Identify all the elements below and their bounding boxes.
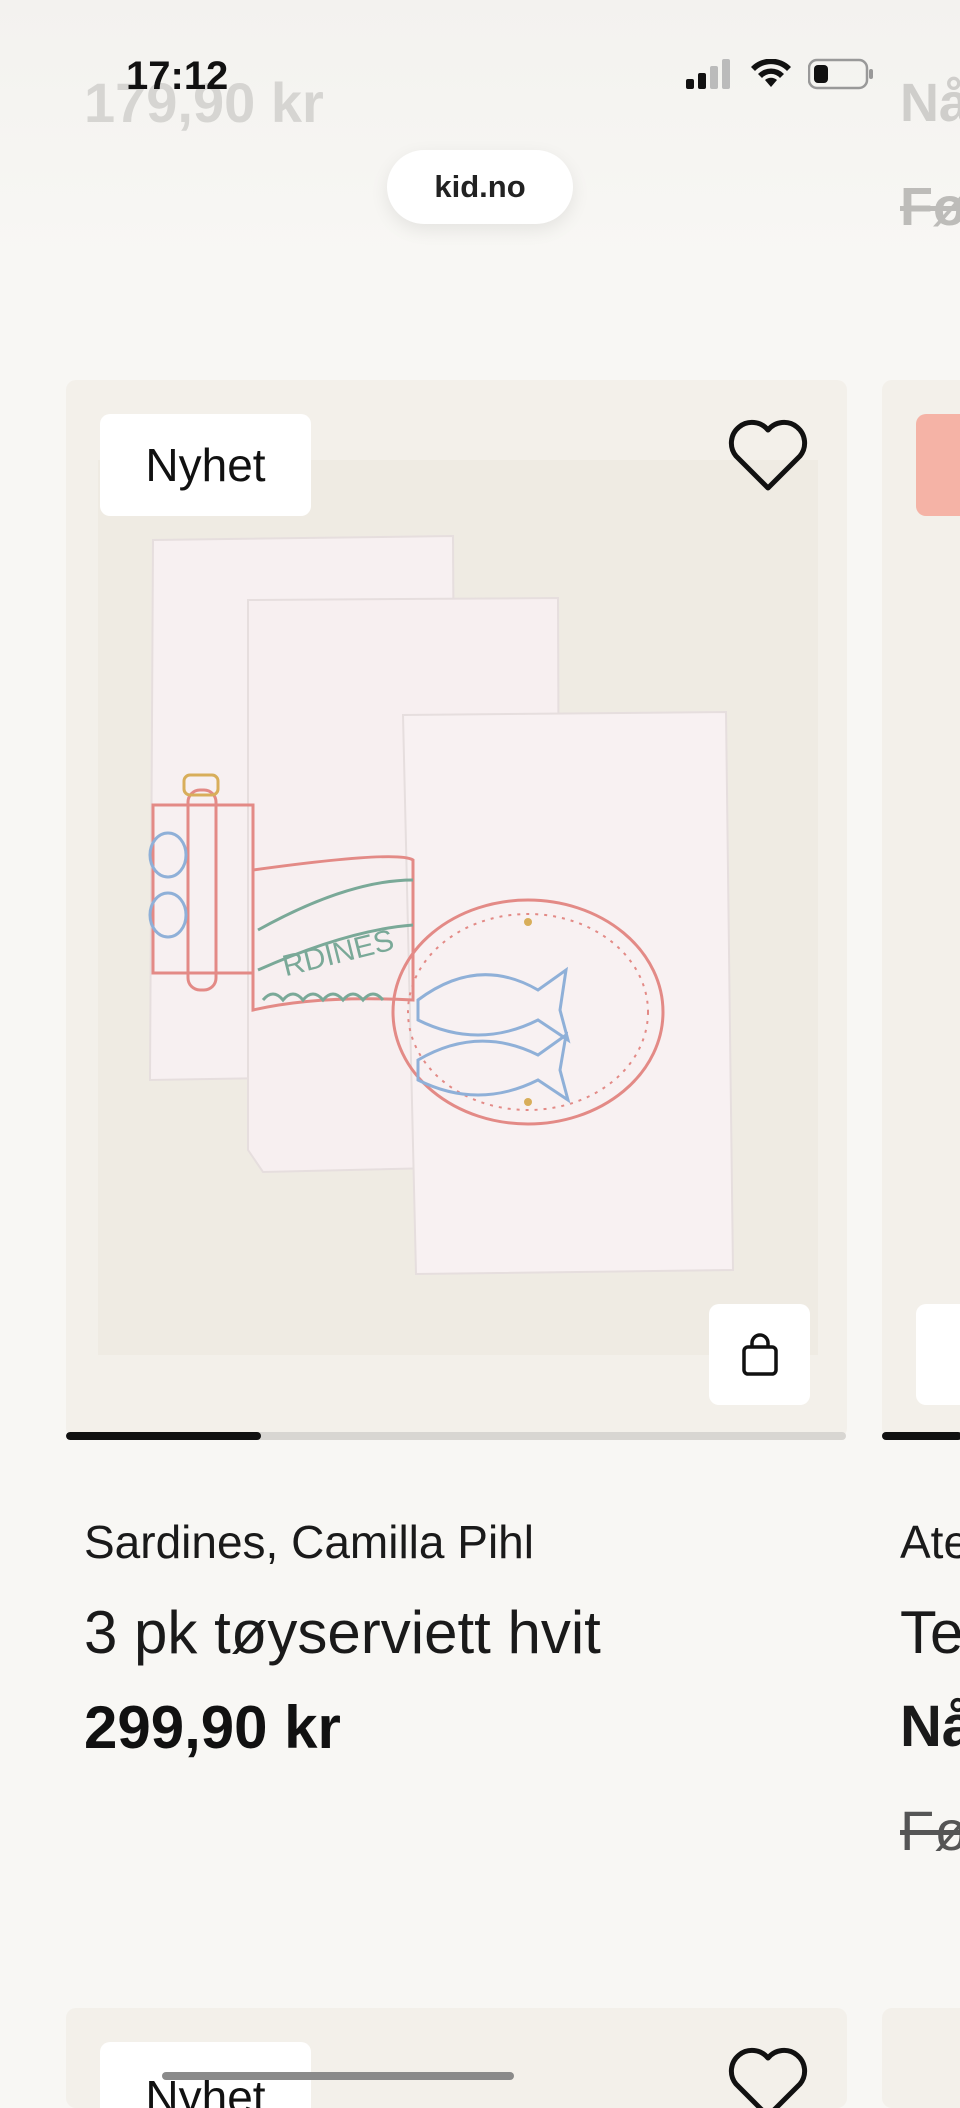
image-carousel-progress <box>66 1432 846 1440</box>
status-icons <box>686 58 874 90</box>
sale-badge <box>916 414 960 516</box>
battery-icon <box>808 58 873 90</box>
product-card[interactable]: RDINES Nyhet <box>66 380 847 1438</box>
next-row-product-card-2[interactable] <box>882 2008 960 2108</box>
wifi-icon <box>751 59 791 87</box>
signal-icon <box>686 59 730 89</box>
next-image-carousel-progress <box>882 1432 960 1440</box>
heart-icon[interactable] <box>726 416 810 496</box>
shopping-bag-icon <box>741 1332 778 1376</box>
product-price: 299,90 kr <box>84 1694 341 1761</box>
new-badge: Nyhet <box>100 414 311 516</box>
next-product-price-label: Nå <box>900 1694 960 1759</box>
url-bar[interactable]: kid.no <box>387 150 573 224</box>
next-product-old-price: Fø <box>900 1799 960 1862</box>
product-image[interactable]: RDINES <box>98 460 818 1355</box>
status-time: 17:12 <box>126 54 229 98</box>
image-carousel-progress-fill <box>66 1432 261 1440</box>
next-row-product-card[interactable]: Nyhet <box>66 2008 847 2108</box>
home-indicator <box>162 2072 514 2080</box>
next-row-heart-icon[interactable] <box>726 2044 810 2108</box>
next-product-brand: Ate <box>900 1516 960 1568</box>
next-add-to-cart-button[interactable] <box>916 1304 960 1405</box>
faded-right-strike-label: Fø <box>900 177 960 237</box>
add-to-cart-button[interactable] <box>709 1304 810 1405</box>
product-title[interactable]: 3 pk tøyserviett hvit <box>84 1598 601 1667</box>
next-product-title[interactable]: Te <box>900 1598 960 1667</box>
next-product-card[interactable] <box>882 380 960 1438</box>
faded-right-price-label: Nå <box>900 73 960 133</box>
napkins-illustration: RDINES <box>98 460 818 1355</box>
product-brand: Sardines, Camilla Pihl <box>84 1516 534 1568</box>
